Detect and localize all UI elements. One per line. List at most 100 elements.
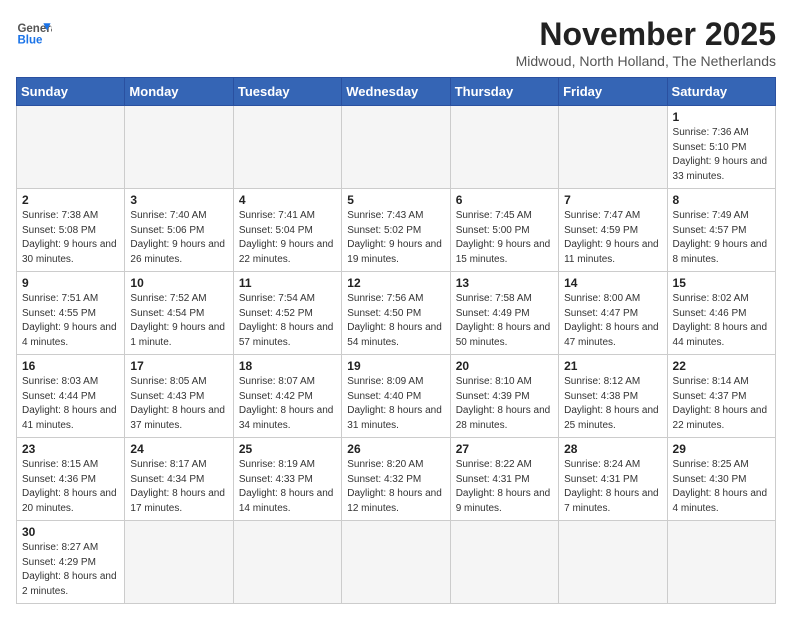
- location-subtitle: Midwoud, North Holland, The Netherlands: [516, 53, 776, 69]
- day-info: Sunrise: 8:00 AM Sunset: 4:47 PM Dayligh…: [564, 292, 661, 350]
- calendar-cell: [559, 521, 667, 604]
- calendar-cell: 21Sunrise: 8:12 AM Sunset: 4:38 PM Dayli…: [559, 355, 667, 438]
- day-info: Sunrise: 8:24 AM Sunset: 4:31 PM Dayligh…: [564, 458, 661, 516]
- calendar-cell: 8 Sunrise: 7:49 AM Sunset: 4:57 PM Daylig…: [667, 189, 775, 272]
- day-number: 7: [564, 193, 661, 207]
- weekday-header-row: SundayMondayTuesdayWednesdayThursdayFrid…: [17, 78, 776, 106]
- day-number: 5: [347, 193, 444, 207]
- calendar-cell: 12 Sunrise: 7:56 AM Sunset: 4:50 PM Dayli…: [342, 272, 450, 355]
- day-number: 22: [673, 359, 770, 373]
- day-info: Sunrise: 8:20 AM Sunset: 4:32 PM Dayligh…: [347, 458, 444, 516]
- day-info: Sunrise: 7:52 AM Sunset: 4:54 PM Dayligh…: [130, 292, 227, 350]
- week-row-3: 9 Sunrise: 7:51 AM Sunset: 4:55 PM Daylig…: [17, 272, 776, 355]
- week-row-1: 1 Sunrise: 7:36 AM Sunset: 5:10 PM Daylig…: [17, 106, 776, 189]
- calendar-table: SundayMondayTuesdayWednesdayThursdayFrid…: [16, 77, 776, 604]
- calendar-cell: 4 Sunrise: 7:41 AM Sunset: 5:04 PM Daylig…: [233, 189, 341, 272]
- calendar-cell: [667, 521, 775, 604]
- day-number: 14: [564, 276, 661, 290]
- day-number: 15: [673, 276, 770, 290]
- calendar-cell: 9 Sunrise: 7:51 AM Sunset: 4:55 PM Daylig…: [17, 272, 125, 355]
- day-info: Sunrise: 7:41 AM Sunset: 5:04 PM Dayligh…: [239, 209, 336, 267]
- day-info: Sunrise: 8:15 AM Sunset: 4:36 PM Dayligh…: [22, 458, 119, 516]
- calendar-cell: 24 Sunrise: 8:17 AM Sunset: 4:34 PM Dayli…: [125, 438, 233, 521]
- day-number: 9: [22, 276, 119, 290]
- week-row-5: 23Sunrise: 8:15 AM Sunset: 4:36 PM Dayli…: [17, 438, 776, 521]
- day-number: 27: [456, 442, 553, 456]
- day-info: Sunrise: 8:03 AM Sunset: 4:44 PM Dayligh…: [22, 375, 119, 433]
- day-number: 16: [22, 359, 119, 373]
- weekday-header-sunday: Sunday: [17, 78, 125, 106]
- day-number: 4: [239, 193, 336, 207]
- calendar-cell: 29Sunrise: 8:25 AM Sunset: 4:30 PM Dayli…: [667, 438, 775, 521]
- calendar-cell: 7 Sunrise: 7:47 AM Sunset: 4:59 PM Daylig…: [559, 189, 667, 272]
- calendar-cell: 1 Sunrise: 7:36 AM Sunset: 5:10 PM Daylig…: [667, 106, 775, 189]
- day-number: 18: [239, 359, 336, 373]
- svg-text:Blue: Blue: [17, 34, 43, 46]
- day-number: 20: [456, 359, 553, 373]
- calendar-cell: 2Sunrise: 7:38 AM Sunset: 5:08 PM Daylig…: [17, 189, 125, 272]
- day-info: Sunrise: 7:47 AM Sunset: 4:59 PM Dayligh…: [564, 209, 661, 267]
- calendar-cell: [233, 106, 341, 189]
- weekday-header-monday: Monday: [125, 78, 233, 106]
- weekday-header-tuesday: Tuesday: [233, 78, 341, 106]
- day-info: Sunrise: 7:43 AM Sunset: 5:02 PM Dayligh…: [347, 209, 444, 267]
- day-info: Sunrise: 7:36 AM Sunset: 5:10 PM Dayligh…: [673, 126, 770, 184]
- calendar-cell: 26 Sunrise: 8:20 AM Sunset: 4:32 PM Dayli…: [342, 438, 450, 521]
- day-number: 29: [673, 442, 770, 456]
- calendar-cell: 30 Sunrise: 8:27 AM Sunset: 4:29 PM Dayli…: [17, 521, 125, 604]
- day-number: 26: [347, 442, 444, 456]
- calendar-cell: 16 Sunrise: 8:03 AM Sunset: 4:44 PM Dayli…: [17, 355, 125, 438]
- day-number: 11: [239, 276, 336, 290]
- calendar-cell: [342, 521, 450, 604]
- calendar-cell: 20Sunrise: 8:10 AM Sunset: 4:39 PM Dayli…: [450, 355, 558, 438]
- day-number: 3: [130, 193, 227, 207]
- day-info: Sunrise: 7:56 AM Sunset: 4:50 PM Dayligh…: [347, 292, 444, 350]
- day-info: Sunrise: 8:22 AM Sunset: 4:31 PM Dayligh…: [456, 458, 553, 516]
- day-number: 30: [22, 525, 119, 539]
- weekday-header-thursday: Thursday: [450, 78, 558, 106]
- day-info: Sunrise: 7:45 AM Sunset: 5:00 PM Dayligh…: [456, 209, 553, 267]
- day-info: Sunrise: 8:09 AM Sunset: 4:40 PM Dayligh…: [347, 375, 444, 433]
- calendar-cell: [450, 521, 558, 604]
- day-number: 25: [239, 442, 336, 456]
- day-number: 1: [673, 110, 770, 124]
- day-info: Sunrise: 7:40 AM Sunset: 5:06 PM Dayligh…: [130, 209, 227, 267]
- week-row-4: 16 Sunrise: 8:03 AM Sunset: 4:44 PM Dayli…: [17, 355, 776, 438]
- day-number: 10: [130, 276, 227, 290]
- day-info: Sunrise: 7:49 AM Sunset: 4:57 PM Dayligh…: [673, 209, 770, 267]
- weekday-header-saturday: Saturday: [667, 78, 775, 106]
- calendar-cell: 5 Sunrise: 7:43 AM Sunset: 5:02 PM Daylig…: [342, 189, 450, 272]
- day-number: 8: [673, 193, 770, 207]
- day-number: 12: [347, 276, 444, 290]
- day-number: 28: [564, 442, 661, 456]
- day-info: Sunrise: 8:12 AM Sunset: 4:38 PM Dayligh…: [564, 375, 661, 433]
- page-header: General Blue November 2025 Midwoud, Nort…: [16, 16, 776, 69]
- calendar-cell: 28 Sunrise: 8:24 AM Sunset: 4:31 PM Dayli…: [559, 438, 667, 521]
- day-number: 2: [22, 193, 119, 207]
- calendar-cell: [233, 521, 341, 604]
- calendar-cell: 3 Sunrise: 7:40 AM Sunset: 5:06 PM Daylig…: [125, 189, 233, 272]
- calendar-cell: 17Sunrise: 8:05 AM Sunset: 4:43 PM Dayli…: [125, 355, 233, 438]
- calendar-cell: 6 Sunrise: 7:45 AM Sunset: 5:00 PM Daylig…: [450, 189, 558, 272]
- calendar-cell: 25 Sunrise: 8:19 AM Sunset: 4:33 PM Dayli…: [233, 438, 341, 521]
- day-info: Sunrise: 8:02 AM Sunset: 4:46 PM Dayligh…: [673, 292, 770, 350]
- month-title: November 2025: [516, 16, 776, 53]
- calendar-cell: [559, 106, 667, 189]
- calendar-cell: [125, 106, 233, 189]
- weekday-header-friday: Friday: [559, 78, 667, 106]
- logo-icon: General Blue: [16, 16, 52, 52]
- calendar-cell: 13Sunrise: 7:58 AM Sunset: 4:49 PM Dayli…: [450, 272, 558, 355]
- day-info: Sunrise: 8:27 AM Sunset: 4:29 PM Dayligh…: [22, 541, 119, 599]
- calendar-cell: 19Sunrise: 8:09 AM Sunset: 4:40 PM Dayli…: [342, 355, 450, 438]
- day-info: Sunrise: 8:19 AM Sunset: 4:33 PM Dayligh…: [239, 458, 336, 516]
- calendar-cell: [342, 106, 450, 189]
- day-number: 6: [456, 193, 553, 207]
- calendar-cell: 27 Sunrise: 8:22 AM Sunset: 4:31 PM Dayli…: [450, 438, 558, 521]
- calendar-cell: 23Sunrise: 8:15 AM Sunset: 4:36 PM Dayli…: [17, 438, 125, 521]
- calendar-cell: 22Sunrise: 8:14 AM Sunset: 4:37 PM Dayli…: [667, 355, 775, 438]
- day-info: Sunrise: 7:54 AM Sunset: 4:52 PM Dayligh…: [239, 292, 336, 350]
- day-info: Sunrise: 7:51 AM Sunset: 4:55 PM Dayligh…: [22, 292, 119, 350]
- day-info: Sunrise: 8:17 AM Sunset: 4:34 PM Dayligh…: [130, 458, 227, 516]
- calendar-cell: [125, 521, 233, 604]
- day-number: 24: [130, 442, 227, 456]
